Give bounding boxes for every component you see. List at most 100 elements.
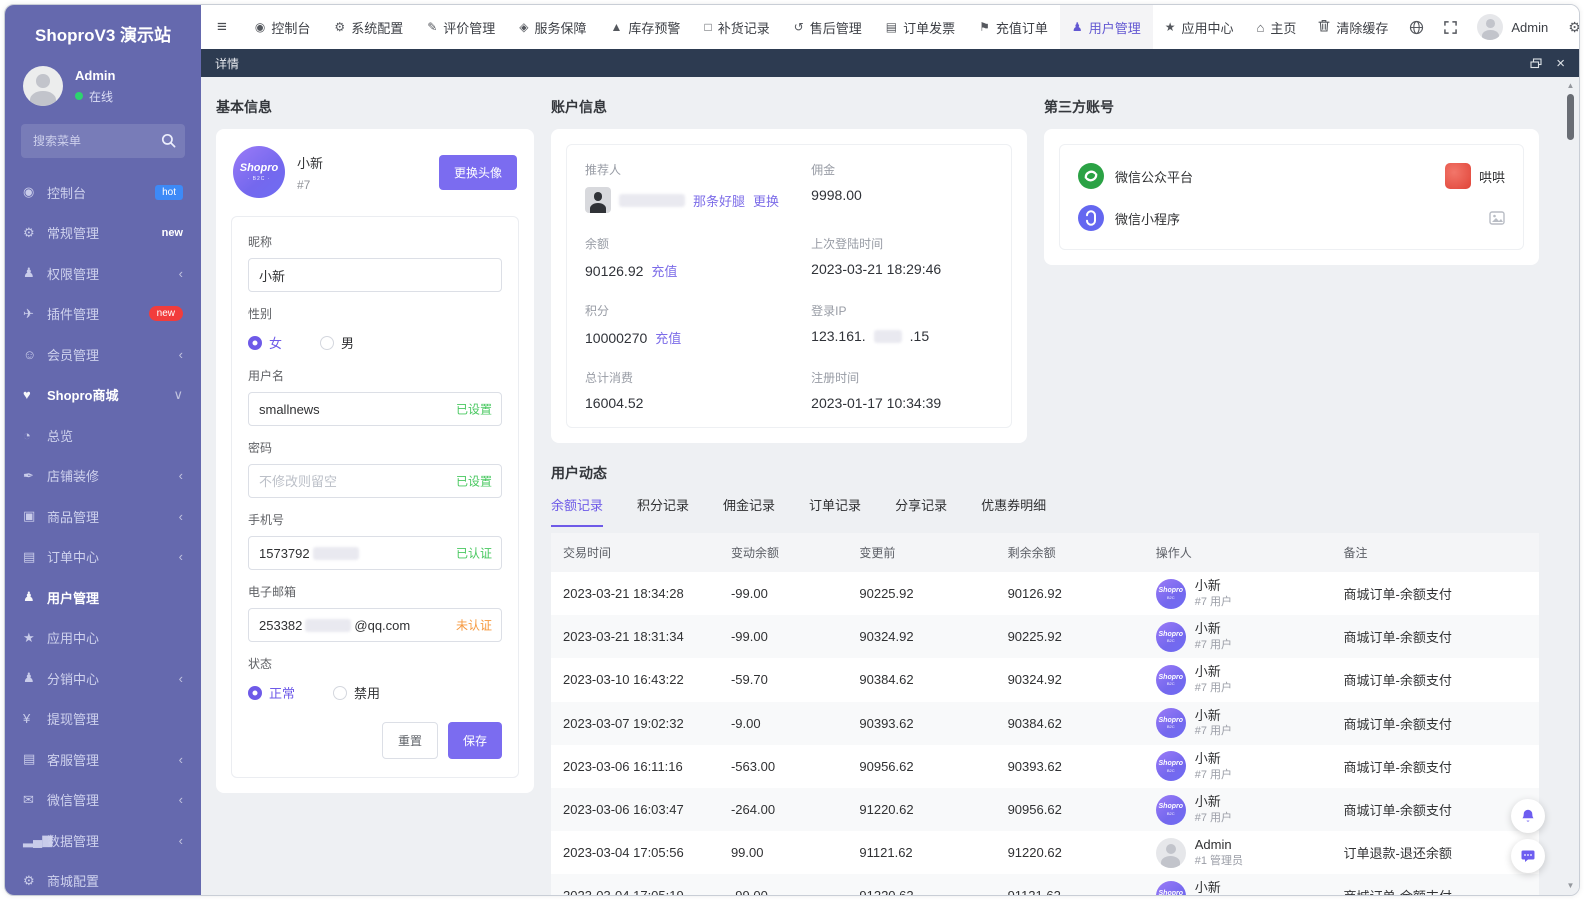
notifications-fab[interactable] [1511, 799, 1545, 833]
field-value: 16004.52 [585, 395, 803, 411]
sidebar-item-member[interactable]: ☺ 会员管理 ‹ [5, 334, 201, 375]
sidebar-item-addon[interactable]: ✈ 插件管理 new [5, 294, 201, 335]
sidebar: ShoproV3 演示站 Admin 在线 ◉ 控制台 hot ⚙ 常规管理 new ♟ 权限… [5, 5, 201, 895]
activity-tab-3[interactable]: 订单记录 [809, 495, 861, 527]
sidebar-item-app-center[interactable]: ★ 应用中心 [5, 618, 201, 659]
cell-before: 91220.62 [847, 874, 996, 895]
admin-menu[interactable]: Admin [1467, 14, 1558, 40]
topnav-tab-user-manage[interactable]: ♟ 用户管理 [1059, 5, 1153, 49]
activity-tab-2[interactable]: 佣金记录 [723, 495, 775, 527]
topnav-tab-system-config[interactable]: ⚙ 系统配置 [322, 5, 415, 49]
cell-change: -9.00 [718, 701, 848, 745]
close-window-icon[interactable]: × [1556, 56, 1565, 71]
change-avatar-button[interactable]: 更换头像 [438, 154, 517, 190]
sidebar-item-user[interactable]: ♟ 用户管理 [5, 577, 201, 618]
sidebar-item-overview[interactable]: ◔ 总览 [5, 415, 201, 456]
fullscreen-button[interactable] [1434, 20, 1467, 34]
topnav-tab-label: 用户管理 [1088, 20, 1141, 36]
home-button[interactable]: ⌂ 主页 [1245, 18, 1307, 37]
field-label: 性别 [248, 307, 273, 321]
cell-operator: Admin #1 管理员 [1143, 831, 1332, 875]
recharge-link[interactable]: 充值 [651, 261, 677, 280]
change-referrer-link[interactable]: 更换 [753, 191, 779, 210]
topnav-tab-app-center[interactable]: ★ 应用中心 [1153, 5, 1246, 49]
operator: Admin #1 管理员 [1155, 837, 1320, 868]
topnav-tab-service-guarantee[interactable]: ◈ 服务保障 [507, 5, 598, 49]
topnav-tab-evaluation[interactable]: ✎ 评价管理 [415, 5, 507, 49]
topnav-tab-stock-warning[interactable]: ▲ 库存预警 [599, 5, 693, 49]
cell-time: 2023-03-04 17:05:19 [551, 874, 719, 895]
topnav-tab-replenish[interactable]: □ 补货记录 [692, 5, 781, 49]
topnav-tab-recharge-order[interactable]: ⚑ 充值订单 [967, 5, 1060, 49]
recharge-link[interactable]: 充值 [655, 328, 681, 347]
activity-tab-0[interactable]: 余额记录 [551, 495, 604, 527]
operator-name: Admin [1194, 837, 1232, 853]
goods-image-icon: ▣ [23, 508, 36, 524]
table-row: 2023-03-06 16:11:16 -563.00 90956.62 90393.… [551, 744, 1539, 788]
reset-button[interactable]: 重置 [381, 722, 438, 759]
operator-name: 小新 [1194, 707, 1221, 723]
topnav-tab-label: 评价管理 [443, 20, 496, 36]
star-icon: ★ [1164, 20, 1176, 34]
operator-avatar-admin [1155, 837, 1186, 868]
cell-after: 90956.62 [995, 787, 1144, 832]
chat-fab[interactable] [1511, 839, 1545, 873]
scroll-up-arrow[interactable]: ▲ [1567, 81, 1575, 91]
brush-icon: ✒ [23, 467, 34, 483]
topnav-tab-label: 系统配置 [351, 20, 404, 36]
sidebar-item-distribution[interactable]: ♟ 分销中心 ‹ [5, 658, 201, 699]
cell-before: 91121.62 [847, 831, 996, 875]
save-button[interactable]: 保存 [447, 722, 502, 759]
status-option[interactable]: 禁用 [333, 683, 380, 702]
sidebar-search [21, 124, 185, 158]
operator: ShoproB2C 小新 #7 用户 [1155, 578, 1320, 609]
sidebar-item-general[interactable]: ⚙ 常规管理 new [5, 213, 201, 254]
field-label: 上次登陆时间 [811, 237, 884, 251]
scrollbar-thumb[interactable] [1567, 94, 1574, 140]
activity-tab-1[interactable]: 积分记录 [637, 495, 689, 527]
clear-cache-button[interactable]: 清除缓存 [1307, 18, 1399, 37]
activity-tab-4[interactable]: 分享记录 [895, 495, 947, 527]
cell-after: 90384.62 [995, 701, 1144, 745]
sidebar-item-shop[interactable]: ♥ Shopro商城 ∨ [5, 375, 201, 416]
topnav-tab-dashboard[interactable]: ◉ 控制台 [243, 5, 323, 49]
table-row: 2023-03-04 17:05:56 99.00 91121.62 91220.62… [551, 831, 1539, 875]
search-icon[interactable] [161, 133, 176, 153]
scroll-down-arrow[interactable]: ▼ [1567, 881, 1575, 891]
language-button[interactable] [1399, 20, 1434, 35]
platform-name: 微信小程序 [1115, 211, 1181, 227]
topnav-tab-invoice[interactable]: ▤ 订单发票 [874, 5, 967, 49]
referrer-name[interactable]: 那条好腿 [693, 191, 745, 210]
sidebar-item-order[interactable]: ▤ 订单中心 ‹ [5, 537, 201, 578]
sidebar-item-data[interactable]: ▂▄▆ 数据管理 ‹ [5, 820, 201, 861]
cell-time: 2023-03-07 19:02:32 [551, 701, 719, 745]
form-group-status: 状态 正常 禁用 [248, 655, 502, 704]
status-option[interactable]: 正常 [248, 683, 295, 702]
sidebar-item-withdraw[interactable]: ¥ 提现管理 [5, 699, 201, 740]
badge-new: new [148, 306, 183, 322]
topnav-tab-aftersale[interactable]: ↺ 售后管理 [782, 5, 874, 49]
field-value: 123.161. .15 [811, 328, 993, 344]
sidebar-item-auth[interactable]: ♟ 权限管理 ‹ [5, 253, 201, 294]
sidebar-item-service[interactable]: ▤ 客服管理 ‹ [5, 739, 201, 780]
activity-tab-5[interactable]: 优惠券明细 [981, 495, 1046, 527]
sidebar-item-wechat[interactable]: ✉ 微信管理 ‹ [5, 780, 201, 821]
gender-option[interactable]: 男 [320, 333, 354, 352]
gender-option[interactable]: 女 [248, 333, 282, 352]
flag-icon: ⚑ [979, 20, 990, 34]
menu-toggle-icon[interactable]: ≡ [201, 5, 243, 49]
sidebar-item-decorate[interactable]: ✒ 店铺装修 ‹ [5, 456, 201, 497]
settings-icon[interactable]: ⚙ [1558, 19, 1579, 36]
restore-window-icon[interactable] [1530, 57, 1542, 69]
operator-sub: #7 用户 [1194, 811, 1233, 824]
nickname-input[interactable] [248, 258, 502, 292]
sidebar-item-config[interactable]: ⚙ 商城配置 [5, 861, 201, 896]
dashboard-icon: ◉ [254, 20, 266, 34]
third-party-section: 第三方账号 微信公众平台 哄哄 微信小程序 [1044, 89, 1539, 443]
field-label: 总计消费 [585, 371, 634, 385]
sidebar-item-dashboard[interactable]: ◉ 控制台 hot [5, 172, 201, 213]
scrollbar[interactable]: ▲ ▼ [1564, 79, 1577, 893]
form-actions: 重置 保存 [248, 722, 502, 759]
table-row: 2023-03-21 18:34:28 -99.00 90225.92 90126.9… [551, 572, 1539, 616]
sidebar-item-goods[interactable]: ▣ 商品管理 ‹ [5, 496, 201, 537]
